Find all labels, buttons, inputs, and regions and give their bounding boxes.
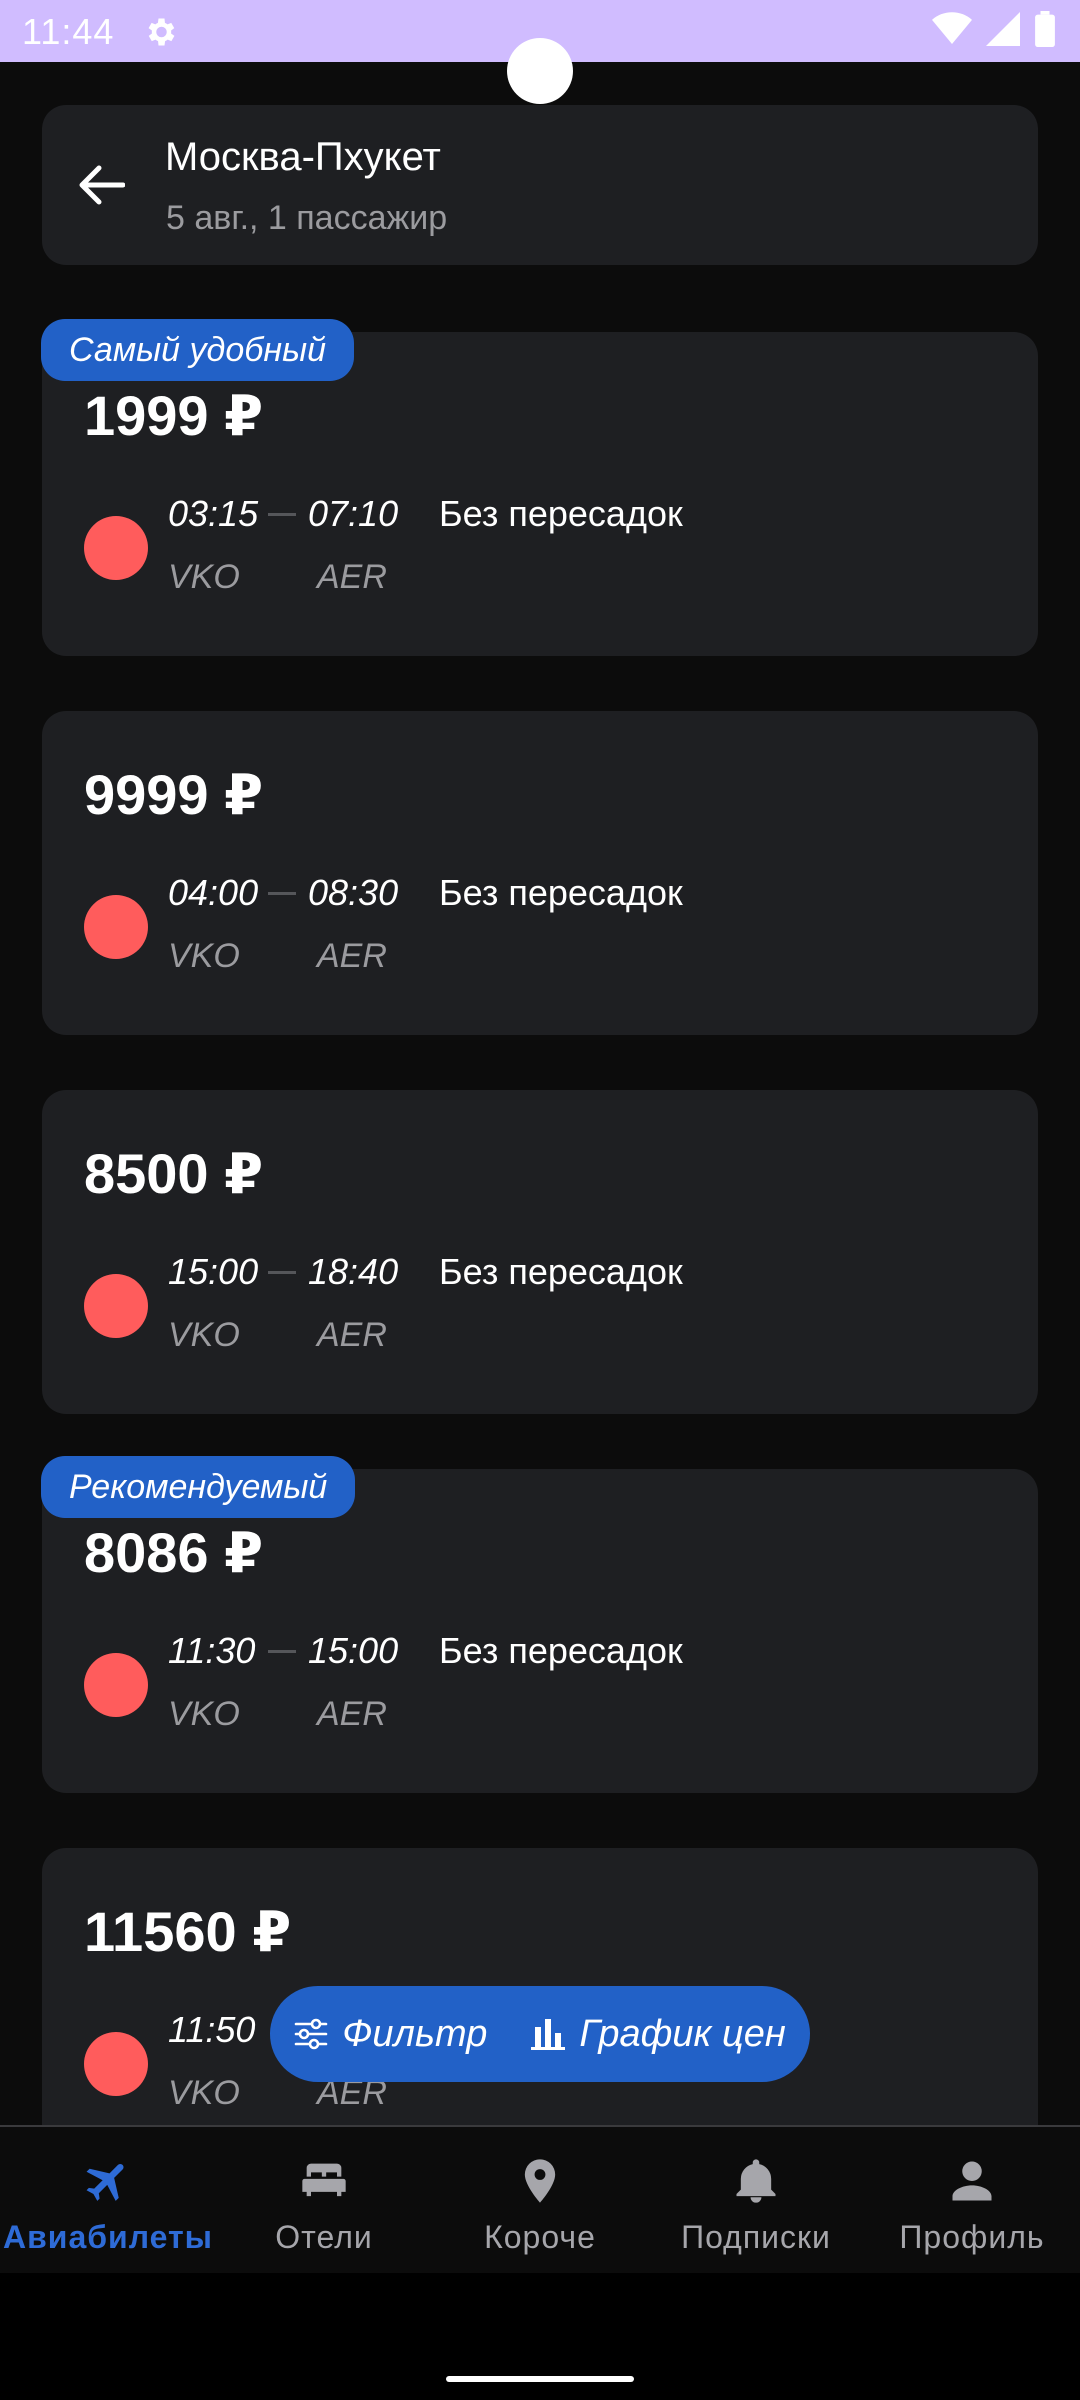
arrow-left-icon xyxy=(79,165,125,205)
time-separator xyxy=(268,1650,296,1653)
nav-label: Короче xyxy=(484,2219,596,2255)
location-pin-icon xyxy=(514,2155,566,2207)
transfer-info: Без пересадок xyxy=(439,1251,683,1292)
arrival-code: AER xyxy=(317,937,387,975)
wifi-icon xyxy=(932,11,972,51)
ticket-price: 9999 ₽ xyxy=(84,763,264,826)
arrival-code: AER xyxy=(317,1695,387,1733)
transfer-info: Без пересадок xyxy=(439,872,683,913)
departure-code: VKO xyxy=(168,937,240,975)
price-chart-button[interactable]: График цен xyxy=(531,2012,786,2056)
bell-icon xyxy=(730,2155,782,2207)
nav-item-hotels[interactable]: Отели xyxy=(216,2127,432,2273)
ticket-price: 8500 ₽ xyxy=(84,1142,264,1205)
ticket-badge: Рекомендуемый xyxy=(41,1456,356,1518)
airline-logo xyxy=(84,895,148,959)
camera-cutout xyxy=(507,38,573,104)
route-header: Москва-Пхукет 5 авг., 1 пассажир xyxy=(42,105,1038,265)
ticket-card[interactable]: Рекомендуемый 8086 ₽ 11:30 15:00 Без пер… xyxy=(41,1456,1038,1793)
ticket-price: 11560 ₽ xyxy=(84,1900,292,1963)
home-gesture-bar[interactable] xyxy=(446,2376,634,2382)
bar-chart-icon xyxy=(531,2019,566,2050)
departure-code: VKO xyxy=(168,1316,240,1354)
departure-time: 15:00 xyxy=(168,1251,259,1292)
ticket-card[interactable]: 8500 ₽ 15:00 18:40 Без пересадок VKO AER xyxy=(42,1090,1038,1414)
time-separator xyxy=(268,513,296,516)
nav-item-subscriptions[interactable]: Подписки xyxy=(648,2127,864,2273)
airline-logo xyxy=(84,1274,148,1338)
sliders-icon xyxy=(294,2018,328,2050)
airline-logo xyxy=(84,1653,148,1717)
time-separator xyxy=(268,1271,296,1274)
signal-icon xyxy=(986,11,1020,51)
airline-logo xyxy=(84,516,148,580)
arrival-time: 08:30 xyxy=(308,872,399,913)
bottom-navigation: Авиабилеты Отели Короче Подписки Профиль xyxy=(0,2125,1080,2273)
arrival-code: AER xyxy=(317,558,387,596)
arrival-time: 15:00 xyxy=(308,1630,399,1671)
nav-item-short[interactable]: Короче xyxy=(432,2127,648,2273)
airline-logo xyxy=(84,2032,148,2096)
transfer-info: Без пересадок xyxy=(439,493,683,534)
nav-label: Профиль xyxy=(899,2219,1045,2255)
filter-label: Фильтр xyxy=(342,2012,488,2055)
nav-item-flights[interactable]: Авиабилеты xyxy=(0,2127,216,2273)
departure-code: VKO xyxy=(168,2074,240,2112)
departure-code: VKO xyxy=(168,1695,240,1733)
time-separator xyxy=(268,892,296,895)
route-subtitle: 5 авг., 1 пассажир xyxy=(166,199,448,237)
departure-time: 03:15 xyxy=(168,493,259,534)
person-icon xyxy=(946,2155,998,2207)
departure-time: 04:00 xyxy=(168,872,259,913)
system-gesture-area xyxy=(0,2273,1080,2400)
route-title: Москва-Пхукет xyxy=(165,135,441,179)
nav-item-profile[interactable]: Профиль xyxy=(864,2127,1080,2273)
back-button[interactable] xyxy=(70,153,134,217)
settings-icon xyxy=(142,14,178,50)
arrival-code: AER xyxy=(317,1316,387,1354)
departure-time: 11:50 xyxy=(168,2009,256,2050)
floating-action-bar: Фильтр График цен xyxy=(270,1986,810,2082)
status-time: 11:44 xyxy=(22,11,115,52)
ticket-price: 1999 ₽ xyxy=(84,384,264,447)
filter-button[interactable]: Фильтр xyxy=(294,2013,487,2056)
nav-label: Подписки xyxy=(681,2219,831,2255)
bed-icon xyxy=(298,2155,350,2207)
departure-time: 11:30 xyxy=(168,1630,256,1671)
ticket-card[interactable]: Самый удобный 1999 ₽ 03:15 07:10 Без пер… xyxy=(41,319,1038,656)
arrival-time: 18:40 xyxy=(308,1251,399,1292)
nav-label: Авиабилеты xyxy=(3,2219,213,2255)
departure-code: VKO xyxy=(168,558,240,596)
battery-icon xyxy=(1034,10,1056,52)
ticket-card[interactable]: 9999 ₽ 04:00 08:30 Без пересадок VKO AER xyxy=(42,711,1038,1035)
transfer-info: Без пересадок xyxy=(439,1630,683,1671)
price-chart-label: График цен xyxy=(579,2012,786,2055)
ticket-price: 8086 ₽ xyxy=(84,1521,264,1584)
arrival-time: 07:10 xyxy=(308,493,399,534)
ticket-badge: Самый удобный xyxy=(41,319,354,381)
airplane-icon xyxy=(82,2155,134,2207)
nav-label: Отели xyxy=(275,2219,373,2255)
